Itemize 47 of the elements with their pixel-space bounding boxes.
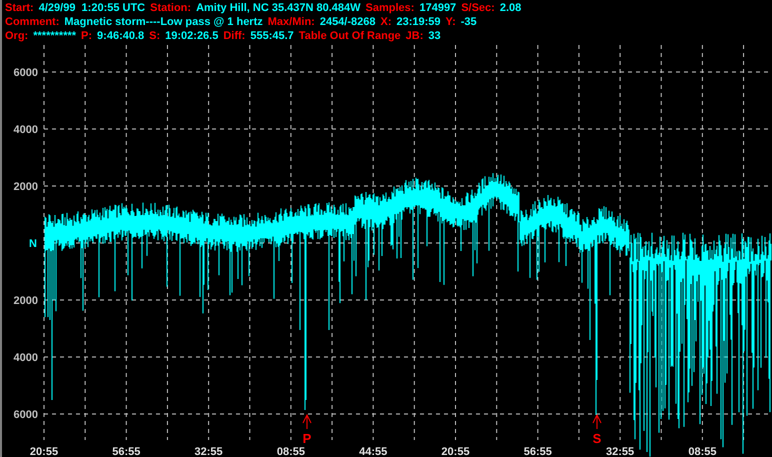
field-value: 2454/-8268 bbox=[320, 15, 376, 29]
field-label: S/Sec: bbox=[461, 1, 495, 15]
axis-label: 4000 bbox=[14, 352, 38, 364]
field-label: Table Out Of Range bbox=[298, 29, 401, 43]
field-label: Start: bbox=[5, 1, 34, 15]
marker-label: S bbox=[592, 431, 602, 446]
field-label: JB: bbox=[406, 29, 424, 43]
arrow-icon bbox=[302, 414, 312, 430]
field-label: Station: bbox=[150, 1, 192, 15]
field-value: -35 bbox=[460, 15, 477, 29]
axis-label: 56:55 bbox=[112, 446, 140, 457]
axis-label: 08:55 bbox=[688, 446, 716, 457]
axis-label: N bbox=[29, 238, 37, 250]
marker-label: P bbox=[302, 431, 312, 446]
axis-label: 20:55 bbox=[441, 446, 470, 457]
field-label: Max/Min: bbox=[268, 15, 315, 29]
field-label: P: bbox=[81, 29, 92, 43]
axis-label: 2000 bbox=[14, 181, 38, 193]
arrow-icon bbox=[592, 414, 602, 430]
field-value: 174997 bbox=[419, 1, 456, 15]
field-label: Samples: bbox=[366, 1, 414, 15]
field-label: Diff: bbox=[223, 29, 246, 43]
axis-label: 08:55 bbox=[276, 446, 305, 457]
axis-label: 6000 bbox=[14, 67, 38, 79]
axis-label: 44:55 bbox=[359, 446, 388, 457]
field-value: 19:02:26.5 bbox=[165, 29, 218, 43]
field-value: Magnetic storm----Low pass @ 1 hertz bbox=[64, 15, 263, 29]
axis-label: 2000 bbox=[14, 295, 38, 307]
field-label: S: bbox=[149, 29, 160, 43]
field-value: 9:46:40.8 bbox=[97, 29, 144, 43]
field-value: 2.08 bbox=[500, 1, 522, 15]
axis-label: 20:55 bbox=[30, 446, 58, 457]
field-label: Org: bbox=[5, 29, 28, 43]
field-value: Amity Hill, NC 35.437N 80.484W bbox=[196, 1, 361, 15]
field-value: 23:19:59 bbox=[396, 15, 441, 29]
field-value: ********** bbox=[33, 29, 76, 43]
field-label: X: bbox=[380, 15, 392, 29]
field-value: 33 bbox=[428, 29, 441, 43]
axis-label: 32:55 bbox=[606, 446, 634, 457]
field-label: Y: bbox=[446, 15, 456, 29]
axis-label: 6000 bbox=[14, 409, 38, 421]
field-value: 4/29/99 1:20:55 UTC bbox=[38, 1, 146, 15]
axis-label: 32:55 bbox=[194, 446, 223, 457]
field-value: 555:45.7 bbox=[250, 29, 294, 43]
field-label: Comment: bbox=[5, 15, 60, 29]
axis-label: 56:55 bbox=[524, 446, 552, 457]
axis-label: 4000 bbox=[14, 124, 38, 136]
